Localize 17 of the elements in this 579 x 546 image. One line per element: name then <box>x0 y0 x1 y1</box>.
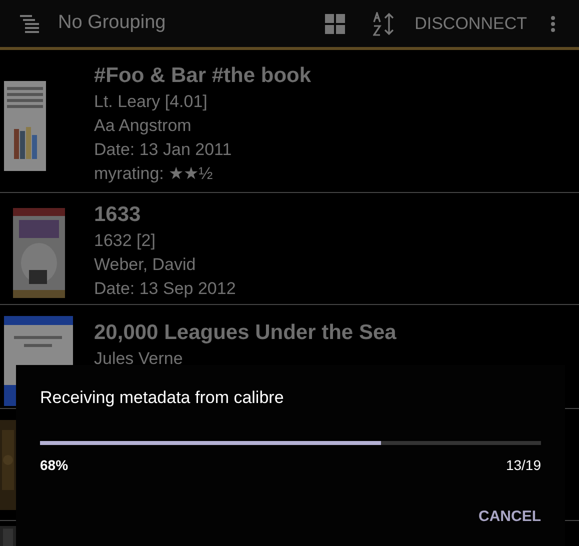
book-detail: Date: 13 Jan 2011 <box>94 139 233 161</box>
book-title: 20,000 Leagues Under the Sea <box>94 320 396 346</box>
book-detail: Jules Verne <box>94 348 184 370</box>
book-detail: myrating: ★★½ <box>94 163 214 185</box>
toolbar-title: No Grouping <box>58 11 166 36</box>
progress-count: 13/19 <box>506 456 541 474</box>
book-detail: Lt. Leary [4.01] <box>94 91 208 113</box>
book-title: #Foo & Bar #the book <box>94 63 312 89</box>
dialog-title: Receiving metadata from calibre <box>40 387 285 409</box>
book-title: 1633 <box>94 202 142 228</box>
book-detail: Weber, David <box>94 254 197 276</box>
book-detail: 1632 [2] <box>94 230 156 252</box>
progress-percent: 68% <box>40 456 68 474</box>
disconnect-button[interactable]: DISCONNECT <box>414 10 527 36</box>
book-detail: Aa Angstrom <box>94 115 192 137</box>
book-detail: Date: 13 Sep 2012 <box>94 278 236 300</box>
cancel-button[interactable]: CANCEL <box>478 506 541 528</box>
